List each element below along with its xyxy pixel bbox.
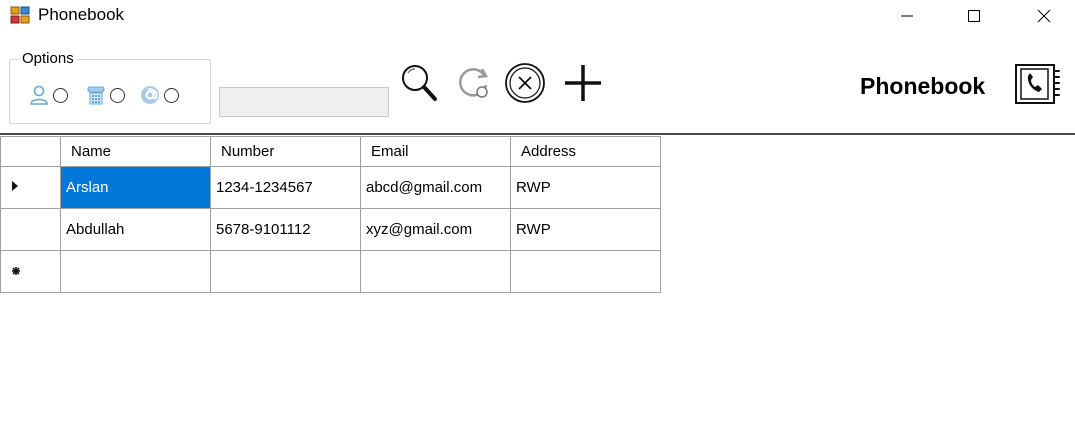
refresh-button[interactable] <box>450 60 496 106</box>
cell-address[interactable]: RWP <box>510 208 661 251</box>
cell-name[interactable] <box>60 250 211 293</box>
add-icon <box>565 65 601 101</box>
table-row[interactable]: Abdullah 5678-9101112 xyz@gmail.com RWP <box>0 208 661 251</box>
cell-number[interactable] <box>210 250 361 293</box>
email-radio[interactable] <box>164 87 179 103</box>
column-header-email[interactable]: Email <box>360 136 511 167</box>
options-group: Options <box>9 50 211 124</box>
cell-address[interactable]: RWP <box>510 166 661 209</box>
cell-email[interactable] <box>360 250 511 293</box>
cell-name[interactable]: Arslan <box>60 166 211 209</box>
cell-email[interactable]: xyz@gmail.com <box>360 208 511 251</box>
grid-header-row: Name Number Email Address <box>0 136 661 167</box>
current-row-arrow-icon <box>12 181 18 191</box>
brand-label: Phonebook <box>860 73 986 99</box>
new-row-star-icon <box>12 267 20 275</box>
row-header[interactable] <box>0 250 61 293</box>
minimize-button[interactable] <box>884 0 930 32</box>
table-row[interactable]: Arslan 1234-1234567 abcd@gmail.com RWP <box>0 166 661 209</box>
add-button[interactable] <box>560 60 606 106</box>
toolbar: Options Phonebook <box>0 32 1075 135</box>
title-bar: Phonebook <box>0 0 1075 32</box>
search-input[interactable] <box>219 87 389 117</box>
clear-button[interactable] <box>502 60 548 106</box>
row-header[interactable] <box>0 166 61 209</box>
at-sign-icon <box>141 86 159 104</box>
column-header-number[interactable]: Number <box>210 136 361 167</box>
option-email <box>139 84 179 106</box>
name-radio[interactable] <box>53 87 68 103</box>
contacts-grid[interactable]: Name Number Email Address Arslan 1234-12… <box>0 136 661 293</box>
person-icon <box>30 85 48 105</box>
close-button[interactable] <box>1021 0 1067 32</box>
cell-email[interactable]: abcd@gmail.com <box>360 166 511 209</box>
search-icon <box>402 65 437 101</box>
row-header[interactable] <box>0 208 61 251</box>
refresh-icon <box>459 68 489 98</box>
close-icon <box>1037 9 1051 23</box>
window-title: Phonebook <box>38 5 125 24</box>
minimize-icon <box>901 15 913 17</box>
cell-name[interactable]: Abdullah <box>60 208 211 251</box>
clear-icon <box>505 63 545 103</box>
new-row[interactable] <box>0 250 661 293</box>
cell-number[interactable]: 1234-1234567 <box>210 166 361 209</box>
number-radio[interactable] <box>110 87 125 103</box>
option-name <box>28 84 68 106</box>
cell-address[interactable] <box>510 250 661 293</box>
options-label: Options <box>19 50 77 67</box>
phonebook-icon <box>1015 64 1060 104</box>
option-number <box>85 84 125 106</box>
cell-number[interactable]: 5678-9101112 <box>210 208 361 251</box>
maximize-button[interactable] <box>951 0 997 32</box>
row-header-corner[interactable] <box>0 136 61 167</box>
column-header-name[interactable]: Name <box>60 136 211 167</box>
column-header-address[interactable]: Address <box>510 136 661 167</box>
telephone-icon <box>87 86 105 105</box>
search-button[interactable] <box>396 60 442 106</box>
maximize-icon <box>968 10 980 22</box>
app-icon <box>10 6 30 24</box>
